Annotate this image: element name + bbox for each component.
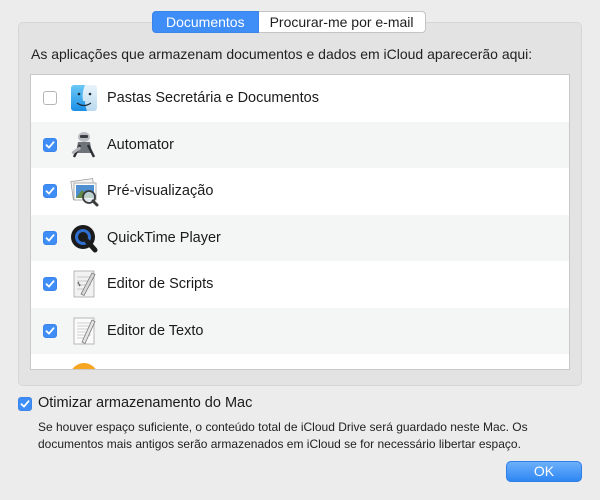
list-item: Editor de Texto	[31, 307, 569, 354]
app-checkbox[interactable]	[43, 91, 57, 106]
app-label: Pastas Secretária e Documentos	[107, 90, 319, 107]
checkmark-icon	[45, 141, 55, 149]
checkmark-icon	[45, 327, 55, 335]
finder-icon	[71, 85, 97, 112]
ibooks-icon	[72, 363, 96, 369]
app-label: Editor de Scripts	[107, 276, 214, 293]
app-checkbox[interactable]	[43, 137, 57, 152]
list-item: QuickTime Player	[31, 214, 569, 261]
tab-documents[interactable]: Documentos	[152, 11, 259, 33]
apps-list[interactable]: Pastas Secretária e Documentos Automator	[30, 74, 570, 370]
app-label: Pré-visualização	[107, 183, 214, 200]
checkmark-icon	[20, 400, 30, 408]
segmented-tabs: Documentos Procurar-me por e-mail	[152, 11, 426, 33]
icloud-drive-options-window: Documentos Procurar-me por e-mail As apl…	[0, 0, 600, 500]
checkmark-icon	[45, 280, 55, 288]
list-item: Editor de Scripts	[31, 261, 569, 308]
app-checkbox[interactable]	[43, 230, 57, 245]
checkmark-icon	[45, 234, 55, 242]
list-item: Pré-visualização	[31, 168, 569, 215]
tab-find-me-by-email[interactable]: Procurar-me por e-mail	[258, 11, 426, 33]
app-checkbox[interactable]	[43, 323, 57, 338]
list-item: Automator	[31, 121, 569, 168]
app-checkbox[interactable]	[43, 277, 57, 292]
app-label: QuickTime Player	[107, 229, 221, 246]
automator-icon	[71, 131, 96, 158]
quicktime-icon	[71, 224, 98, 253]
script-editor-icon	[73, 270, 96, 298]
ok-button[interactable]: OK	[506, 461, 582, 482]
optimize-storage-checkbox[interactable]	[18, 397, 32, 411]
checkmark-icon	[45, 187, 55, 195]
app-checkbox[interactable]	[43, 184, 57, 199]
list-item	[31, 354, 569, 369]
app-label: Editor de Texto	[107, 322, 204, 339]
optimize-storage-description: Se houver espaço suficiente, o conteúdo …	[38, 420, 528, 451]
list-item: Pastas Secretária e Documentos	[31, 75, 569, 122]
app-label: Automator	[107, 136, 174, 153]
apps-description: As aplicações que armazenam documentos e…	[31, 46, 533, 62]
textedit-icon	[73, 317, 96, 345]
preview-icon	[70, 178, 99, 207]
optimize-storage-label[interactable]: Otimizar armazenamento do Mac	[38, 395, 252, 411]
